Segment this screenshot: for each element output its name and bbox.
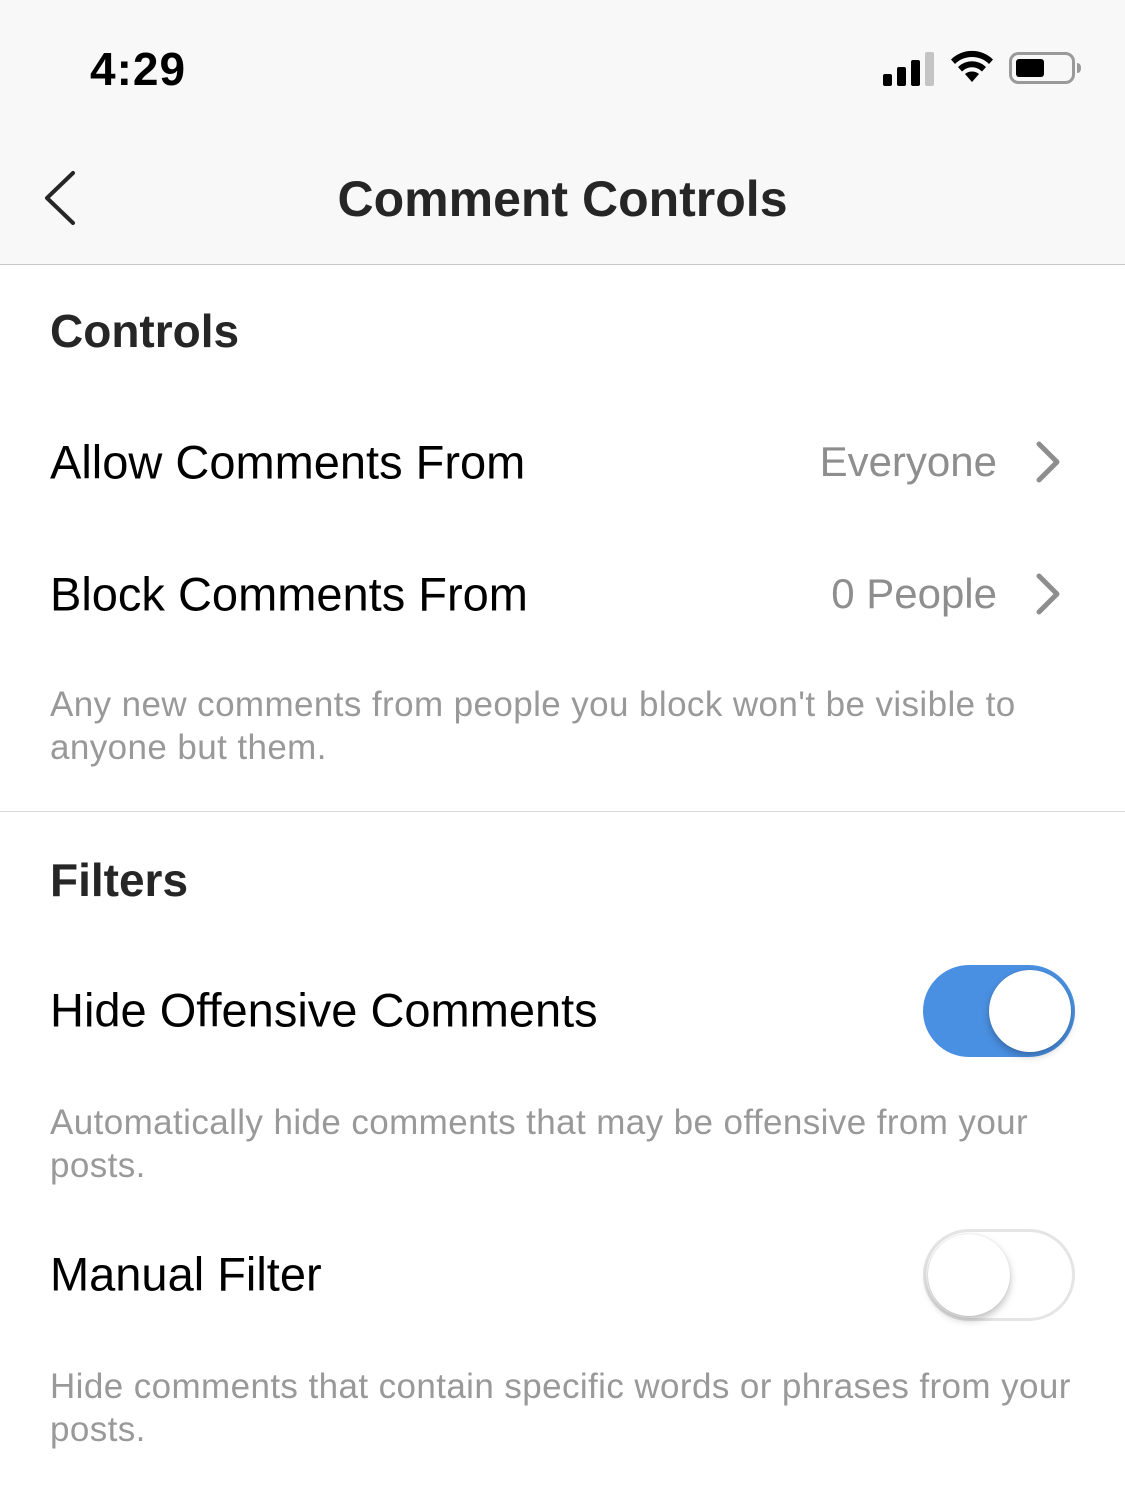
block-comments-description: Any new comments from people you block w… bbox=[50, 685, 1016, 767]
chevron-right-icon bbox=[1036, 441, 1060, 483]
block-comments-from-value: 0 People bbox=[831, 570, 997, 617]
manual-filter-label: Manual Filter bbox=[50, 1247, 322, 1301]
hide-offensive-comments-toggle[interactable] bbox=[923, 965, 1075, 1057]
hide-offensive-comments-label: Hide Offensive Comments bbox=[50, 983, 598, 1037]
chevron-right-icon bbox=[1036, 573, 1060, 615]
hide-offensive-comments-description: Automatically hide comments that may be … bbox=[50, 1103, 1029, 1185]
allow-comments-from-label: Allow Comments From bbox=[50, 435, 526, 489]
filters-section-header: Filters bbox=[50, 854, 189, 906]
manual-filter-toggle[interactable] bbox=[923, 1229, 1075, 1321]
nav-bar: Comment Controls bbox=[0, 132, 1125, 265]
status-bar: 4:29 bbox=[0, 0, 1125, 132]
manual-filter-description: Hide comments that contain specific word… bbox=[50, 1367, 1071, 1449]
toggle-knob bbox=[928, 1234, 1010, 1316]
battery-icon bbox=[1009, 52, 1081, 84]
section-divider bbox=[0, 811, 1125, 812]
page-title: Comment Controls bbox=[337, 171, 788, 227]
toggle-knob bbox=[989, 970, 1071, 1052]
signal-icon bbox=[883, 52, 934, 86]
block-comments-from-label: Block Comments From bbox=[50, 567, 528, 621]
allow-comments-from-value: Everyone bbox=[819, 438, 997, 485]
controls-section-header: Controls bbox=[50, 305, 240, 357]
status-time: 4:29 bbox=[90, 43, 187, 95]
wifi-icon bbox=[951, 50, 993, 82]
block-comments-from-row[interactable]: Block Comments From 0 People bbox=[0, 539, 1125, 649]
allow-comments-from-row[interactable]: Allow Comments From Everyone bbox=[0, 407, 1125, 517]
